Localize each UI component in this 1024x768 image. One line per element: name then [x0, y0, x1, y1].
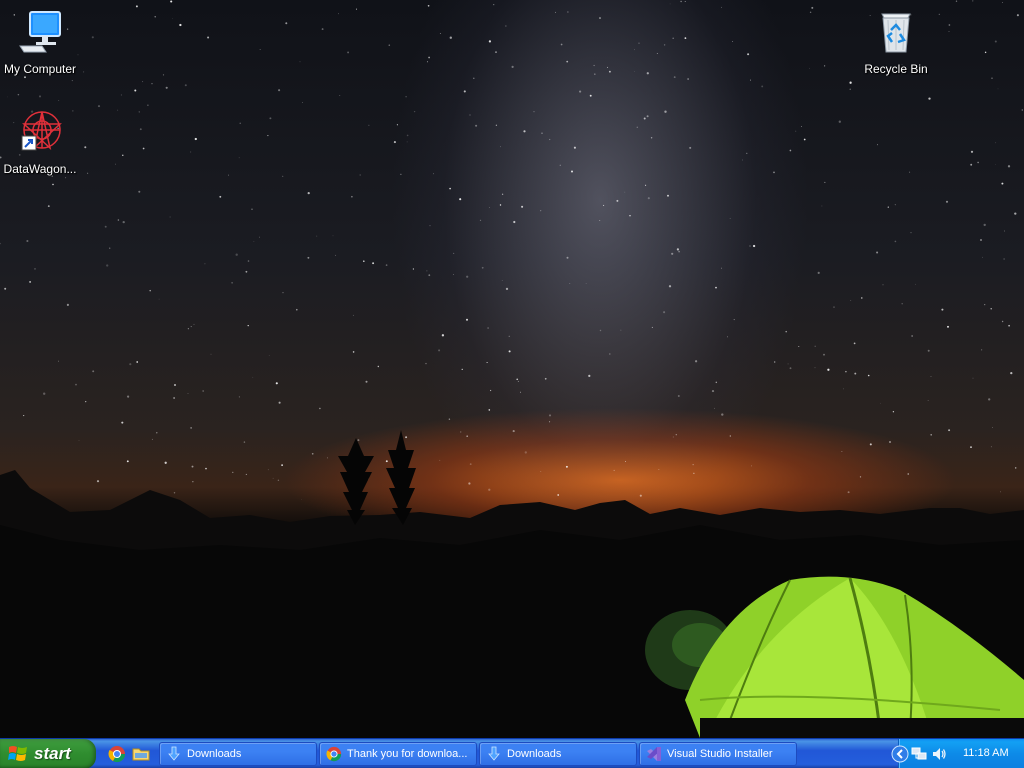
recycle-bin-icon	[881, 13, 911, 53]
windows-logo-icon	[8, 746, 27, 761]
taskbar-button-label: Downloads	[187, 748, 242, 760]
desktop-icon-datawagon[interactable]: DataWagon...	[0, 108, 80, 176]
download-arrow-icon	[488, 746, 500, 761]
taskbar-button-downloads-2[interactable]: Downloads	[479, 742, 637, 766]
clock[interactable]: 11:18 AM	[963, 747, 1009, 759]
datawagon-shortcut-icon	[21, 111, 62, 151]
volume-icon[interactable]	[931, 746, 947, 762]
system-tray: 11:18 AM	[891, 739, 1024, 768]
chrome-icon	[326, 746, 342, 762]
network-icon[interactable]	[911, 746, 927, 762]
computer-icon	[19, 11, 61, 53]
visual-studio-icon	[647, 747, 661, 761]
chevron-left-icon[interactable]	[891, 745, 909, 763]
desktop-icon-my-computer[interactable]: My Computer	[0, 8, 80, 76]
desktop-wallpaper	[0, 0, 1024, 738]
start-label: start	[34, 744, 71, 763]
taskbar-button-chrome[interactable]: Thank you for downloa...	[319, 742, 477, 766]
download-arrow-icon	[168, 746, 180, 761]
desktop-icon-label: DataWagon...	[3, 162, 77, 176]
mountain-landscape	[0, 430, 1024, 738]
desktop-icon-label: Recycle Bin	[864, 62, 928, 76]
desktop-icon-recycle-bin[interactable]: Recycle Bin	[856, 8, 936, 76]
folder-icon[interactable]	[132, 745, 150, 763]
taskbar-button-visual-studio-installer[interactable]: Visual Studio Installer	[639, 742, 797, 766]
taskbar-button-label: Downloads	[507, 748, 562, 760]
desktop-icon-label: My Computer	[3, 62, 77, 76]
taskbar-button-label: Thank you for downloa...	[347, 748, 468, 760]
start-button[interactable]: start	[0, 739, 96, 768]
taskbar-button-downloads-1[interactable]: Downloads	[159, 742, 317, 766]
taskbar: start Downloads Thank you for downloa...	[0, 738, 1024, 768]
taskbar-button-label: Visual Studio Installer	[667, 748, 773, 760]
chrome-icon[interactable]	[108, 745, 126, 763]
